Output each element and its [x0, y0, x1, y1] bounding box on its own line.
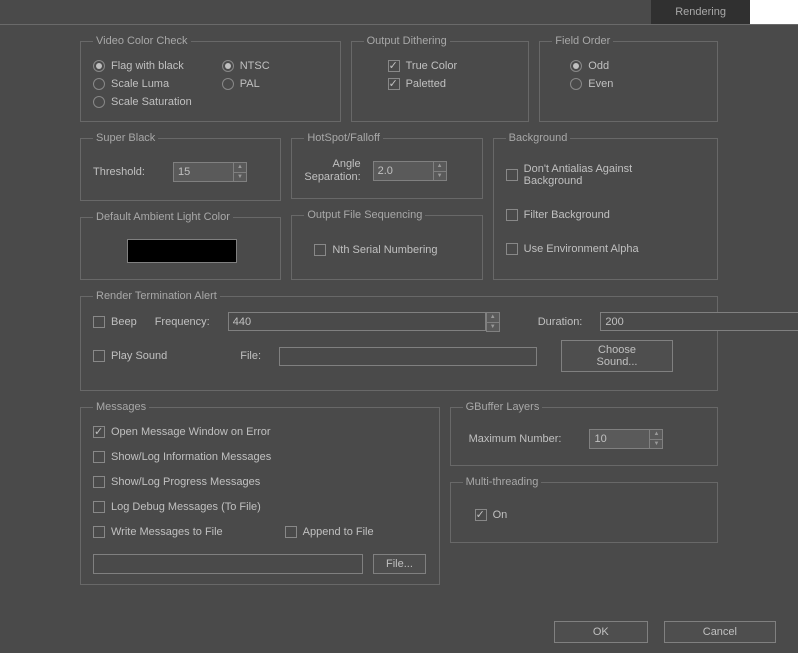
input-sound-file[interactable] — [279, 347, 537, 366]
tab-rendering[interactable]: Rendering — [651, 0, 750, 24]
spinner-duration[interactable]: ▲▼ — [600, 312, 798, 332]
check-filter-background[interactable]: Filter Background — [506, 209, 707, 221]
radio-ntsc[interactable]: NTSC — [222, 60, 270, 72]
check-play-sound[interactable]: Play Sound — [93, 350, 183, 362]
spin-down-icon: ▼ — [650, 440, 662, 449]
spinner-frequency[interactable]: ▲▼ — [228, 312, 500, 332]
check-nth-serial[interactable]: Nth Serial Numbering — [314, 244, 437, 256]
spinner-max-number[interactable]: ▲▼ — [589, 429, 663, 449]
group-messages: Messages Open Message Window on Error Sh… — [80, 401, 440, 585]
input-max-number[interactable] — [589, 429, 649, 449]
group-background: Background Don't Antialias Against Backg… — [493, 132, 718, 280]
group-multi-threading: Multi-threading On — [450, 476, 718, 543]
check-multithread-on[interactable]: On — [475, 509, 508, 521]
group-render-termination-alert: Render Termination Alert Beep Frequency:… — [80, 290, 718, 391]
check-beep[interactable]: Beep — [93, 316, 137, 328]
legend-rta: Render Termination Alert — [93, 290, 220, 302]
input-angle[interactable] — [373, 161, 433, 181]
legend-vcc: Video Color Check — [93, 35, 191, 47]
check-append-file[interactable]: Append to File — [285, 526, 374, 538]
input-threshold[interactable] — [173, 162, 233, 182]
group-default-ambient-light: Default Ambient Light Color — [80, 211, 281, 280]
label-frequency: Frequency: — [155, 316, 210, 328]
label-threshold: Threshold: — [93, 166, 145, 178]
color-swatch-ambient[interactable] — [127, 239, 237, 263]
check-show-progress[interactable]: Show/Log Progress Messages — [93, 476, 429, 488]
radio-scale-luma[interactable]: Scale Luma — [93, 78, 192, 90]
label-file: File: — [201, 350, 261, 362]
legend-super-black: Super Black — [93, 132, 158, 144]
tab-bar: Rendering — [0, 0, 798, 25]
group-output-file-sequencing: Output File Sequencing Nth Serial Number… — [291, 209, 482, 280]
legend-ofs: Output File Sequencing — [304, 209, 425, 221]
spinner-threshold[interactable]: ▲▼ — [173, 162, 247, 182]
radio-odd[interactable]: Odd — [570, 60, 707, 72]
group-field-order: Field Order Odd Even — [539, 35, 718, 122]
check-dont-antialias[interactable]: Don't Antialias Against Background — [506, 163, 707, 187]
ok-button[interactable]: OK — [554, 621, 648, 643]
spin-down-icon: ▼ — [487, 323, 499, 332]
check-paletted[interactable]: Paletted — [388, 78, 519, 90]
legend-dither: Output Dithering — [364, 35, 450, 47]
choose-sound-button[interactable]: Choose Sound... — [561, 340, 673, 372]
input-message-file[interactable] — [93, 554, 363, 574]
label-max-number: Maximum Number: — [469, 433, 562, 445]
label-duration: Duration: — [538, 316, 583, 328]
input-frequency[interactable] — [228, 312, 486, 331]
file-button[interactable]: File... — [373, 554, 426, 574]
spin-up-icon: ▲ — [434, 162, 446, 172]
group-output-dithering: Output Dithering True Color Paletted — [351, 35, 530, 122]
check-write-file[interactable]: Write Messages to File — [93, 526, 223, 538]
dialog-footer: OK Cancel — [0, 609, 798, 653]
spin-up-icon: ▲ — [650, 430, 662, 440]
check-use-env-alpha[interactable]: Use Environment Alpha — [506, 243, 707, 255]
radio-even[interactable]: Even — [570, 78, 707, 90]
group-super-black: Super Black Threshold: ▲▼ — [80, 132, 281, 201]
legend-field-order: Field Order — [552, 35, 613, 47]
input-duration[interactable] — [600, 312, 798, 331]
legend-hotspot: HotSpot/Falloff — [304, 132, 383, 144]
cancel-button[interactable]: Cancel — [664, 621, 776, 643]
legend-dal: Default Ambient Light Color — [93, 211, 233, 223]
spin-down-icon: ▼ — [434, 172, 446, 181]
spin-up-icon: ▲ — [234, 163, 246, 173]
check-true-color[interactable]: True Color — [388, 60, 519, 72]
radio-scale-saturation[interactable]: Scale Saturation — [93, 96, 192, 108]
radio-flag-black[interactable]: Flag with black — [93, 60, 192, 72]
check-show-info[interactable]: Show/Log Information Messages — [93, 451, 429, 463]
group-hotspot-falloff: HotSpot/Falloff AngleSeparation: ▲▼ — [291, 132, 482, 199]
spin-down-icon: ▼ — [234, 173, 246, 182]
check-log-debug[interactable]: Log Debug Messages (To File) — [93, 501, 429, 513]
spinner-angle[interactable]: ▲▼ — [373, 161, 447, 181]
check-open-error[interactable]: Open Message Window on Error — [93, 426, 429, 438]
label-angle-separation: AngleSeparation: — [304, 158, 360, 184]
legend-gbuffer: GBuffer Layers — [463, 401, 543, 413]
legend-messages: Messages — [93, 401, 149, 413]
legend-mt: Multi-threading — [463, 476, 542, 488]
spin-up-icon: ▲ — [487, 313, 499, 323]
legend-background: Background — [506, 132, 571, 144]
tab-other[interactable] — [750, 0, 798, 24]
group-gbuffer-layers: GBuffer Layers Maximum Number: ▲▼ — [450, 401, 718, 466]
radio-pal[interactable]: PAL — [222, 78, 270, 90]
group-video-color-check: Video Color Check Flag with black Scale … — [80, 35, 341, 122]
